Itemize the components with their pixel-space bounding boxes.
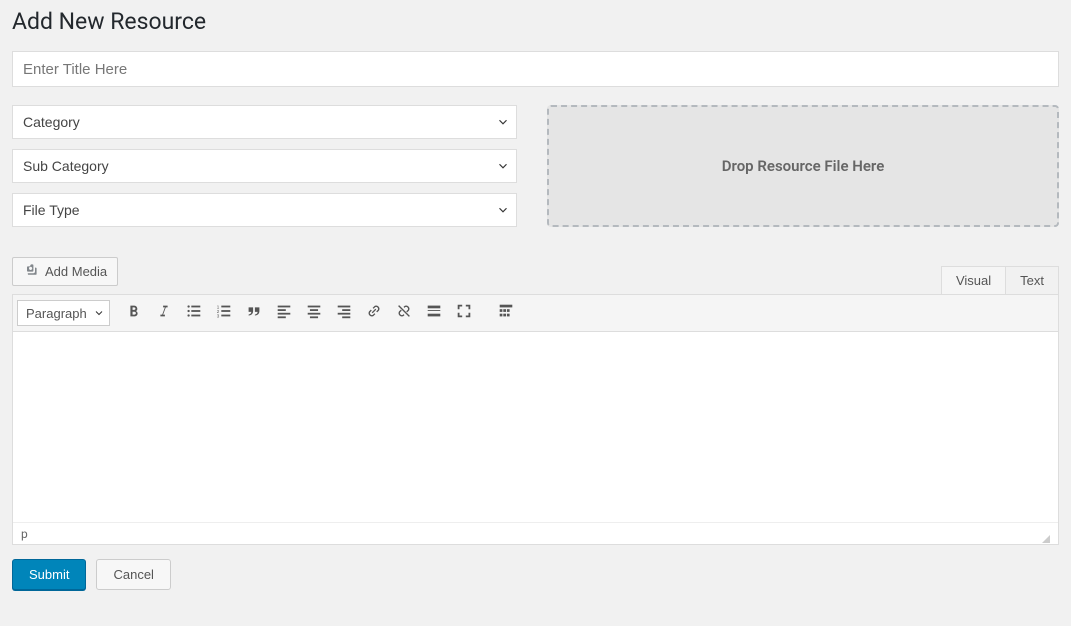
- page-title: Add New Resource: [12, 8, 1059, 35]
- category-select[interactable]: Category: [12, 105, 517, 139]
- cancel-button[interactable]: Cancel: [96, 559, 170, 590]
- editor-path: p: [21, 527, 28, 541]
- unlink-icon: [395, 302, 413, 325]
- bold-icon: [125, 302, 143, 325]
- align-left-button[interactable]: [270, 299, 298, 327]
- fullscreen-icon: [455, 302, 473, 325]
- editor-content[interactable]: [13, 332, 1058, 522]
- subcategory-select[interactable]: Sub Category: [12, 149, 517, 183]
- title-input[interactable]: [12, 51, 1059, 87]
- number-list-button[interactable]: 123: [210, 299, 238, 327]
- align-center-icon: [305, 302, 323, 325]
- editor-statusbar: p: [13, 522, 1058, 544]
- dropzone-label: Drop Resource File Here: [722, 157, 885, 175]
- bullet-list-icon: [185, 302, 203, 325]
- toolbar-toggle-button[interactable]: [492, 299, 520, 327]
- resize-handle[interactable]: [1042, 535, 1050, 543]
- number-list-icon: 123: [215, 302, 233, 325]
- align-center-button[interactable]: [300, 299, 328, 327]
- editor-box: Paragraph 123: [12, 294, 1059, 545]
- media-icon: [23, 262, 39, 281]
- format-select[interactable]: Paragraph: [17, 300, 110, 326]
- blockquote-button[interactable]: [240, 299, 268, 327]
- tab-visual[interactable]: Visual: [941, 266, 1006, 294]
- align-right-button[interactable]: [330, 299, 358, 327]
- read-more-icon: [425, 302, 443, 325]
- italic-button[interactable]: [150, 299, 178, 327]
- tab-text[interactable]: Text: [1006, 266, 1059, 294]
- bullet-list-button[interactable]: [180, 299, 208, 327]
- italic-icon: [155, 302, 173, 325]
- align-left-icon: [275, 302, 293, 325]
- add-media-label: Add Media: [45, 264, 107, 279]
- align-right-icon: [335, 302, 353, 325]
- link-icon: [365, 302, 383, 325]
- editor-toolbar: Paragraph 123: [13, 295, 1058, 332]
- add-media-button[interactable]: Add Media: [12, 257, 118, 286]
- blockquote-icon: [245, 302, 263, 325]
- bold-button[interactable]: [120, 299, 148, 327]
- submit-button[interactable]: Submit: [12, 559, 86, 590]
- fullscreen-button[interactable]: [450, 299, 478, 327]
- file-dropzone[interactable]: Drop Resource File Here: [547, 105, 1059, 227]
- link-button[interactable]: [360, 299, 388, 327]
- svg-text:3: 3: [217, 313, 220, 318]
- filetype-select[interactable]: File Type: [12, 193, 517, 227]
- unlink-button[interactable]: [390, 299, 418, 327]
- read-more-button[interactable]: [420, 299, 448, 327]
- toolbar-toggle-icon: [497, 302, 515, 325]
